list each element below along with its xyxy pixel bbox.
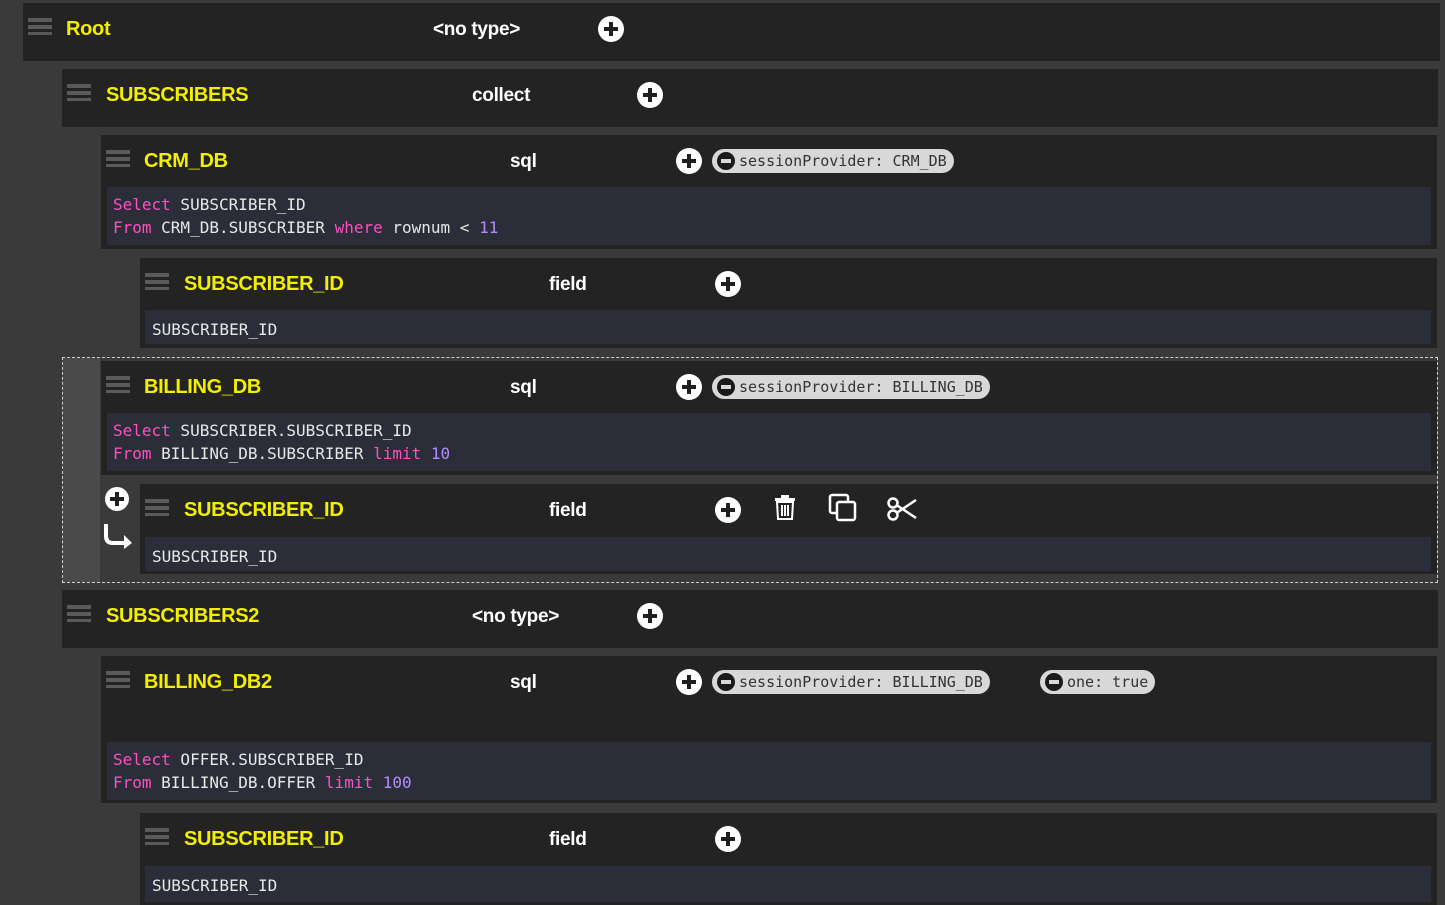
drag-handle-icon[interactable] [106, 149, 130, 167]
node-type[interactable]: <no type> [433, 19, 520, 41]
drag-handle-icon[interactable] [67, 604, 91, 622]
field-value-editor[interactable]: SUBSCRIBER_ID [145, 866, 1431, 902]
sql-code-editor[interactable]: Select OFFER.SUBSCRIBER_ID From BILLING_… [107, 742, 1431, 800]
node-root: Root <no type> [23, 3, 1440, 61]
add-child-icon[interactable] [676, 148, 702, 174]
drag-handle-icon[interactable] [28, 17, 52, 35]
node-name[interactable]: SUBSCRIBERS2 [106, 605, 259, 628]
node-subscribers: SUBSCRIBERS collect [62, 69, 1438, 127]
remove-icon[interactable] [717, 673, 735, 691]
selected-node-outline [62, 357, 1438, 583]
node-subscriber-id: SUBSCRIBER_ID field SUBSCRIBER_ID [140, 258, 1437, 348]
node-name[interactable]: BILLING_DB2 [144, 671, 272, 694]
node-type[interactable]: field [549, 829, 587, 851]
session-provider-pill[interactable]: sessionProvider: BILLING_DB [712, 670, 990, 694]
node-type[interactable]: collect [472, 85, 530, 107]
add-child-icon[interactable] [598, 16, 624, 42]
node-name[interactable]: SUBSCRIBER_ID [184, 828, 344, 851]
node-type[interactable]: <no type> [472, 606, 559, 628]
add-child-icon[interactable] [637, 82, 663, 108]
drag-handle-icon[interactable] [145, 272, 169, 290]
sql-code-editor[interactable]: Select SUBSCRIBER_ID From CRM_DB.SUBSCRI… [107, 187, 1431, 245]
add-child-icon[interactable] [715, 271, 741, 297]
remove-icon[interactable] [717, 152, 735, 170]
session-provider-pill[interactable]: sessionProvider: CRM_DB [712, 149, 954, 173]
drag-handle-icon[interactable] [67, 83, 91, 101]
node-billing-db2: BILLING_DB2 sql sessionProvider: BILLING… [101, 656, 1437, 803]
node-name[interactable]: SUBSCRIBERS [106, 84, 249, 107]
one-option-pill[interactable]: one: true [1040, 670, 1156, 694]
field-value-editor[interactable]: SUBSCRIBER_ID [145, 310, 1431, 344]
node-subscriber-id-2: SUBSCRIBER_ID field SUBSCRIBER_ID [140, 813, 1437, 905]
drag-handle-icon[interactable] [145, 827, 169, 845]
drag-handle-icon[interactable] [106, 670, 130, 688]
node-name[interactable]: Root [66, 18, 111, 41]
add-child-icon[interactable] [715, 826, 741, 852]
add-child-icon[interactable] [637, 603, 663, 629]
node-type[interactable]: field [549, 274, 587, 296]
add-child-icon[interactable] [676, 669, 702, 695]
node-crm-db: CRM_DB sql sessionProvider: CRM_DB Selec… [101, 135, 1437, 249]
node-subscribers2: SUBSCRIBERS2 <no type> [62, 590, 1438, 648]
node-name[interactable]: CRM_DB [144, 150, 228, 173]
node-name[interactable]: SUBSCRIBER_ID [184, 273, 344, 296]
node-type[interactable]: sql [510, 672, 537, 694]
node-type[interactable]: sql [510, 151, 537, 173]
remove-icon[interactable] [1045, 673, 1063, 691]
